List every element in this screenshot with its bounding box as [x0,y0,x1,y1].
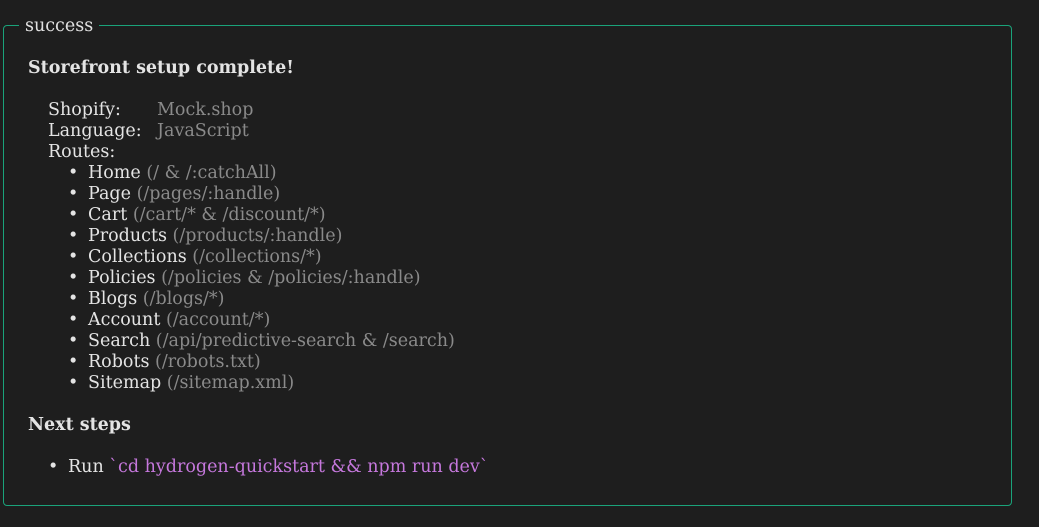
route-path: (/pages/:handle) [136,184,281,204]
route-path: (/account/*) [165,310,271,330]
route-item: Policies (/policies & /policies/:handle) [88,268,421,289]
route-name: Robots [88,352,150,372]
route-path: (/robots.txt) [155,352,261,372]
route-item: Sitemap (/sitemap.xml) [88,373,294,394]
info-key-routes: Routes: [48,142,116,162]
info-key-language: Language: [48,121,142,141]
route-path: (/cart/* & /discount/*) [132,205,326,225]
bullet-icon: • [68,184,79,204]
route-item: Account (/account/*) [88,310,270,331]
route-path: (/products/:handle) [172,226,343,246]
route-item: Robots (/robots.txt) [88,352,261,373]
next-step-command[interactable]: `cd hydrogen-quickstart && npm run dev` [109,457,488,477]
bullet-icon: • [68,247,79,267]
route-item: Blogs (/blogs/*) [88,289,224,310]
route-name: Cart [88,205,128,225]
bullet-icon: • [68,310,79,330]
route-name: Collections [88,247,187,267]
route-name: Products [88,226,167,246]
route-item: Cart (/cart/* & /discount/*) [88,205,326,226]
route-item: Home (/ & /:catchAll) [88,163,277,184]
route-name: Account [88,310,161,330]
bullet-icon: • [68,373,79,393]
route-item: Search (/api/predictive-search & /search… [88,331,455,352]
route-name: Home [88,163,141,183]
box-label: success [19,15,100,37]
route-path: (/api/predictive-search & /search) [155,331,455,351]
bullet-icon: • [68,268,79,288]
route-item: Collections (/collections/*) [88,247,322,268]
route-name: Search [88,331,151,351]
bullet-icon: • [68,226,79,246]
route-name: Sitemap [88,373,162,393]
route-path: (/sitemap.xml) [166,373,295,393]
info-key-shopify: Shopify: [48,100,121,120]
route-path: (/policies & /policies/:handle) [161,268,421,288]
info-value-shopify: Mock.shop [157,100,254,120]
bullet-icon: • [68,352,79,372]
next-step-item: Run `cd hydrogen-quickstart && npm run d… [68,457,489,478]
route-name: Policies [88,268,156,288]
bullet-icon: • [48,457,59,477]
route-path: (/collections/*) [192,247,322,267]
bullet-icon: • [68,163,79,183]
route-item: Page (/pages/:handle) [88,184,280,205]
bullet-icon: • [68,289,79,309]
setup-heading: Storefront setup complete! [28,58,294,78]
next-step-prefix: Run [68,457,104,477]
bullet-icon: • [68,331,79,351]
next-steps-heading: Next steps [28,415,131,435]
route-name: Page [88,184,131,204]
bullet-icon: • [68,205,79,225]
info-value-language: JavaScript [157,121,249,141]
route-name: Blogs [88,289,138,309]
route-path: (/ & /:catchAll) [146,163,277,183]
route-item: Products (/products/:handle) [88,226,342,247]
route-path: (/blogs/*) [142,289,225,309]
